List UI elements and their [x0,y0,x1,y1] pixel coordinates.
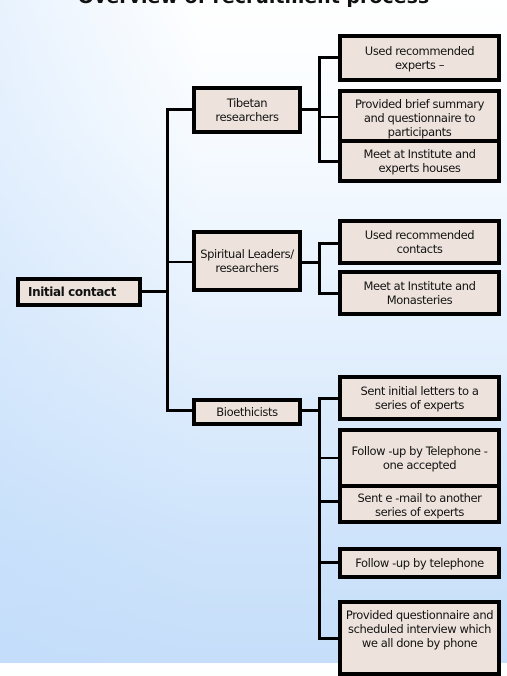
group-node-spiritual-leaders: Spiritual Leaders/ researchers [192,230,302,292]
step-node: Meet at Institute and experts houses [338,139,501,183]
group-node-bioethicists: Bioethicists [192,398,302,426]
connector-trunk [166,108,169,412]
connector-bio-3 [318,500,340,503]
connector-spiritual-out [300,261,320,264]
connector-bio-4 [318,561,340,564]
step-node: Provided questionnaire and scheduled int… [338,600,501,676]
step-node: Meet at Institute and Monasteries [338,270,501,316]
connector-tibetan-trunk [318,56,321,162]
root-node-initial-contact: Initial contact [16,277,142,307]
connector-tibetan-2 [318,116,340,118]
connector-tibetan-1 [318,56,340,59]
connector-bio-out [300,409,320,412]
connector-branch-bioethicists [166,409,194,412]
step-node: Provided brief summary and questionnaire… [338,89,501,143]
diagram-title: Overview of recruitment process [0,0,507,8]
connector-branch-spiritual [166,261,194,263]
connector-root [140,290,168,293]
connector-spiritual-2 [318,292,340,295]
step-node: Follow -up by telephone [338,547,501,579]
connector-branch-tibetan [166,108,194,111]
connector-bio-5 [318,637,340,640]
connector-tibetan-3 [318,160,340,163]
step-node: Used recommended contacts [338,219,501,265]
step-node: Sent initial letters to a series of expe… [338,375,501,421]
step-node: Used recommended experts – [338,34,501,82]
connector-bio-trunk [318,397,321,639]
connector-spiritual-trunk [318,242,321,294]
group-node-tibetan-researchers: Tibetan researchers [192,86,302,134]
connector-spiritual-1 [318,242,340,245]
connector-bio-1 [318,397,340,400]
connector-bio-2 [318,457,340,459]
connector-tibetan-out [300,108,320,111]
step-node: Follow -up by Telephone - one accepted [338,428,501,488]
